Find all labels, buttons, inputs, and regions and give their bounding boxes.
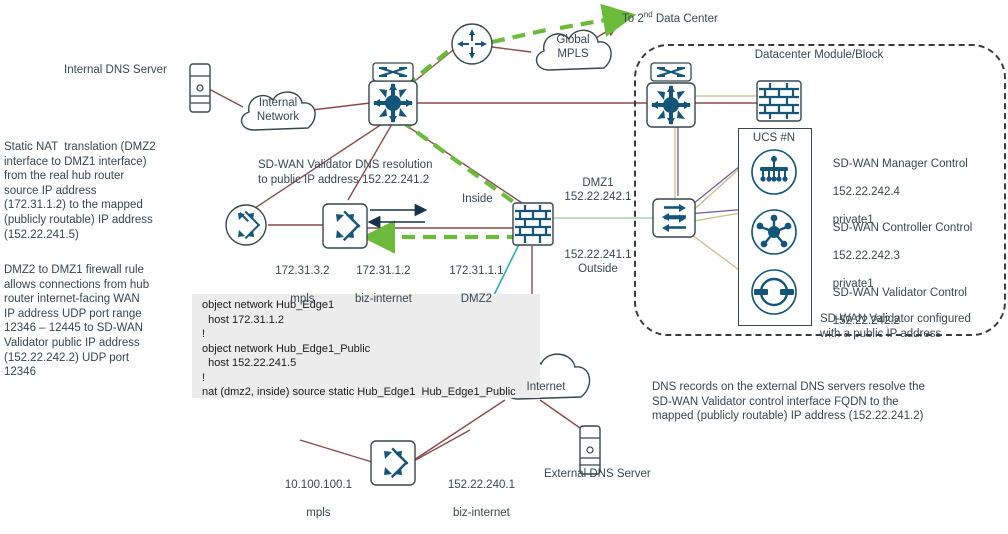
interface-name: biz-internet bbox=[354, 293, 412, 305]
to-second-datacenter-label: To 2nd Data Center bbox=[622, 8, 718, 26]
outside-interface-label: 152.22.241.1 Outside bbox=[564, 249, 632, 275]
interface-label-dmz2: 172.31.1.1 DMZ2 bbox=[428, 250, 512, 320]
sdwan-validator-icon bbox=[751, 269, 797, 315]
external-dns-server-label: External DNS Server bbox=[544, 468, 651, 480]
datacenter-module-label: Datacenter Module/Block bbox=[754, 49, 884, 61]
interface-label-mpls-hub: 172.31.3.2 mpls bbox=[256, 250, 336, 320]
to-second-dc-prefix: To 2 bbox=[622, 12, 644, 25]
sdwan-manager-icon bbox=[751, 149, 797, 195]
inside-interface-label: Inside bbox=[462, 193, 493, 205]
hub-access-switch-icon bbox=[372, 62, 414, 82]
interface-name: DMZ2 bbox=[460, 293, 493, 305]
interface-label-biz-internet-hub: 172.31.1.2 biz-internet bbox=[332, 250, 422, 320]
control-name: SD-WAN Manager Control bbox=[832, 158, 968, 170]
sdwan-validator-control-label: SD-WAN Validator Control 152.22.242.2 bbox=[820, 272, 967, 342]
to-second-dc-ordinal: nd bbox=[643, 10, 653, 19]
internal-dns-server-icon bbox=[189, 63, 211, 113]
interface-name: mpls bbox=[306, 507, 331, 519]
datacenter-firewall-icon bbox=[756, 80, 802, 122]
interface-ip: 152.22.240.1 bbox=[447, 479, 515, 491]
interface-ip: 172.31.3.2 bbox=[275, 265, 330, 277]
black-bidirectional-arrows bbox=[367, 203, 428, 229]
interface-label-biz-internet-branch: 152.22.240.1 biz-internet bbox=[426, 464, 524, 534]
firewall-rule-annotation: DMZ2 to DMZ1 firewall rule allows connec… bbox=[4, 264, 150, 379]
internet-cloud-label: Internet bbox=[526, 381, 566, 393]
branch-router-left-icon bbox=[225, 204, 267, 246]
datacenter-l2-switch-icon bbox=[652, 198, 696, 238]
control-ip: 152.22.242.4 bbox=[832, 186, 900, 198]
sdwan-controller-icon bbox=[751, 209, 797, 255]
global-mpls-label: Global MPLS bbox=[556, 34, 590, 60]
dns-resolution-annotation: SD-WAN Validator DNS resolution to publi… bbox=[258, 159, 433, 186]
static-nat-annotation: Static NAT translation (DMZ2 interface t… bbox=[4, 141, 156, 241]
mpls-router-icon bbox=[451, 23, 493, 65]
datacenter-core-switch-icon bbox=[646, 82, 696, 128]
control-ip: 152.22.242.3 bbox=[832, 250, 900, 262]
dmz1-interface-label: DMZ1 152.22.242.1 bbox=[564, 177, 632, 203]
control-name: SD-WAN Validator Control bbox=[832, 287, 967, 299]
control-name: SD-WAN Controller Control bbox=[832, 222, 973, 234]
interface-name: biz-internet bbox=[452, 507, 510, 519]
interface-ip: 10.100.100.1 bbox=[284, 479, 352, 491]
interface-name: mpls bbox=[290, 293, 315, 305]
interface-ip: 172.31.1.1 bbox=[449, 265, 504, 277]
dns-records-annotation: DNS records on the external DNS servers … bbox=[652, 381, 925, 423]
hub-core-switch-icon bbox=[368, 80, 418, 126]
ucs-label: UCS #N bbox=[752, 132, 796, 144]
dmz-firewall-icon bbox=[512, 202, 554, 246]
internal-dns-server-label: Internal DNS Server bbox=[64, 64, 167, 76]
interface-label-mpls-branch: 10.100.100.1 mpls bbox=[264, 464, 360, 534]
internal-network-label: Internal Network bbox=[256, 97, 300, 123]
control-ip: 152.22.242.2 bbox=[832, 315, 900, 327]
to-second-dc-suffix: Data Center bbox=[652, 12, 718, 25]
branch-router-bottom-icon bbox=[370, 440, 416, 486]
network-diagram-canvas: Datacenter Module/Block UCS #N object ne… bbox=[0, 0, 1008, 519]
hub-edge-router-icon bbox=[322, 203, 368, 249]
datacenter-access-switch-icon bbox=[650, 62, 692, 82]
interface-ip: 172.31.1.2 bbox=[356, 265, 411, 277]
